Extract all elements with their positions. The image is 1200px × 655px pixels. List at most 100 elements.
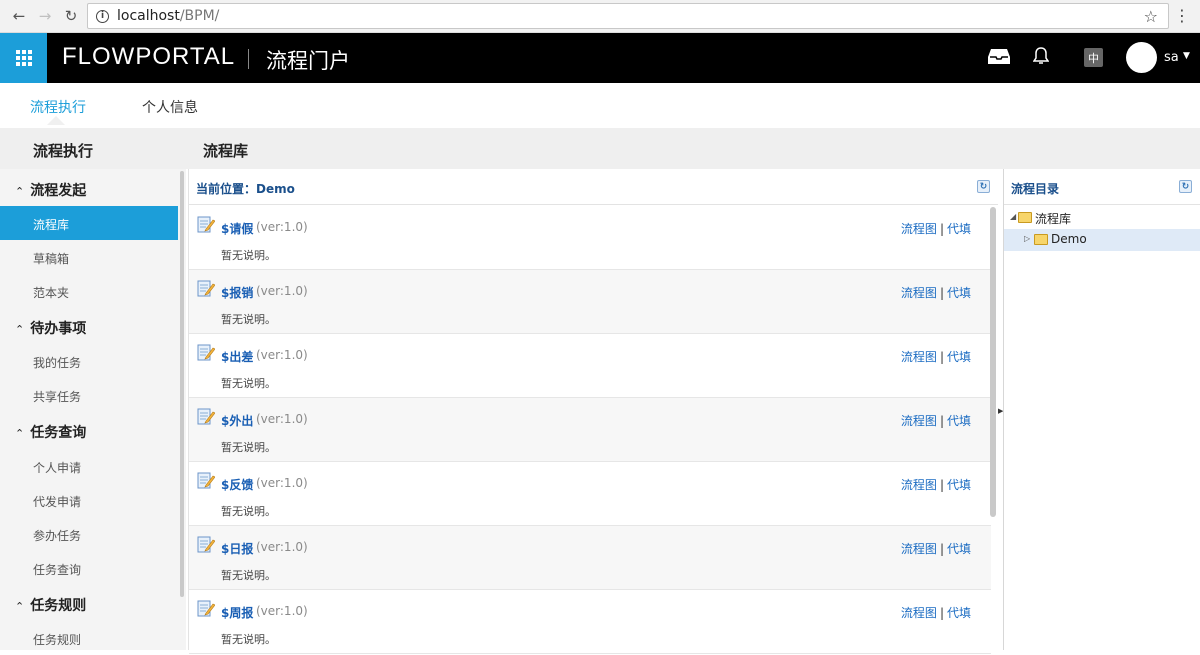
list-item[interactable]: $报销 (ver:1.0) 暂无说明。 流程图 | 代填 <box>189 270 991 334</box>
proxy-fill-link[interactable]: 代填 <box>947 286 971 300</box>
sidebar-item-process-library[interactable]: 流程库 <box>0 206 178 240</box>
sidebar: 流程执行 ⌃ 流程发起 流程库 草稿箱 范本夹 ⌃ 待办事项 我的任务 共享任务 ⌃… <box>0 128 186 650</box>
process-name-link[interactable]: $出差 <box>221 348 253 365</box>
user-name[interactable]: sa <box>1164 50 1179 65</box>
active-tab-pointer <box>47 116 65 125</box>
grid-icon <box>15 50 32 66</box>
bell-icon[interactable] <box>1032 47 1050 70</box>
sidebar-group-label: 任务查询 <box>30 425 87 441</box>
flowchart-link[interactable]: 流程图 <box>901 286 937 300</box>
url-path: /BPM/ <box>179 8 220 24</box>
top-tabs: 流程执行 个人信息 <box>0 83 1200 128</box>
refresh-icon[interactable]: ↻ <box>977 180 990 193</box>
process-name-link[interactable]: $报销 <box>221 284 253 301</box>
process-name-link[interactable]: $周报 <box>221 604 253 621</box>
flowchart-link[interactable]: 流程图 <box>901 414 937 428</box>
app-launcher-button[interactable] <box>0 33 47 83</box>
link-separator: | <box>939 350 944 364</box>
sidebar-group-query[interactable]: ⌃ 任务查询 <box>15 422 86 442</box>
flowchart-link[interactable]: 流程图 <box>901 478 937 492</box>
process-actions: 流程图 | 代填 <box>901 604 971 621</box>
info-icon[interactable]: i <box>96 9 109 23</box>
reload-icon[interactable]: ↻ <box>60 5 82 27</box>
inbox-icon[interactable] <box>988 47 1010 70</box>
process-name-link[interactable]: $反馈 <box>221 476 253 493</box>
location-text: 当前位置：Demo <box>196 182 295 196</box>
link-separator: | <box>939 606 944 620</box>
proxy-fill-link[interactable]: 代填 <box>947 478 971 492</box>
process-description: 暂无说明。 <box>221 313 276 326</box>
process-list: $请假 (ver:1.0) 暂无说明。 流程图 | 代填 $报销 (ver:1.0) 暂无说明。… <box>189 206 991 654</box>
list-item[interactable]: $出差 (ver:1.0) 暂无说明。 流程图 | 代填 <box>189 334 991 398</box>
list-item[interactable]: $反馈 (ver:1.0) 暂无说明。 流程图 | 代填 <box>189 462 991 526</box>
bookmark-star-icon[interactable]: ☆ <box>1144 7 1158 26</box>
forward-icon[interactable]: → <box>34 5 56 27</box>
process-name-link[interactable]: $请假 <box>221 220 253 237</box>
tree-node-root[interactable]: ◢ 流程库 <box>1004 207 1200 229</box>
proxy-fill-link[interactable]: 代填 <box>947 542 971 556</box>
process-description: 暂无说明。 <box>221 633 276 646</box>
refresh-icon[interactable]: ↻ <box>1179 180 1192 193</box>
brand-logo: FLOWPORTAL <box>62 43 236 70</box>
sidebar-item-templates[interactable]: 范本夹 <box>0 274 178 308</box>
tab-process-execution[interactable]: 流程执行 <box>30 97 86 117</box>
link-separator: | <box>939 414 944 428</box>
tab-personal-info[interactable]: 个人信息 <box>142 97 198 117</box>
breadcrumb: 当前位置：Demo ↻ <box>189 169 998 205</box>
page-title: 流程库 <box>186 128 1200 169</box>
avatar[interactable] <box>1126 42 1157 73</box>
sidebar-group-rules[interactable]: ⌃ 任务规则 <box>15 595 86 615</box>
process-form-icon <box>197 472 215 489</box>
back-icon[interactable]: ← <box>8 5 30 27</box>
list-item[interactable]: $请假 (ver:1.0) 暂无说明。 流程图 | 代填 <box>189 206 991 270</box>
process-version: (ver:1.0) <box>256 220 308 234</box>
collapsed-arrow-icon[interactable]: ▷ <box>1024 234 1030 243</box>
sidebar-item-task-query[interactable]: 任务查询 <box>0 551 178 585</box>
tree-node-demo[interactable]: ▷ Demo <box>1004 229 1200 251</box>
process-actions: 流程图 | 代填 <box>901 476 971 493</box>
flowchart-link[interactable]: 流程图 <box>901 606 937 620</box>
process-description: 暂无说明。 <box>221 377 276 390</box>
list-scrollbar[interactable] <box>990 207 996 517</box>
sidebar-scrollbar[interactable] <box>180 171 184 597</box>
browser-menu-icon[interactable]: ⋮ <box>1174 6 1190 25</box>
sidebar-item-drafts[interactable]: 草稿箱 <box>0 240 178 274</box>
sidebar-group-label: 任务规则 <box>30 598 87 614</box>
chevron-down-icon[interactable]: ▼ <box>1183 51 1190 61</box>
sidebar-group-todo[interactable]: ⌃ 待办事项 <box>15 318 86 338</box>
language-switch[interactable]: 中 <box>1084 48 1103 67</box>
process-actions: 流程图 | 代填 <box>901 348 971 365</box>
sidebar-item-joined-tasks[interactable]: 参办任务 <box>0 517 178 551</box>
sidebar-item-personal-requests[interactable]: 个人申请 <box>0 449 178 483</box>
flowchart-link[interactable]: 流程图 <box>901 350 937 364</box>
proxy-fill-link[interactable]: 代填 <box>947 222 971 236</box>
sidebar-group-start[interactable]: ⌃ 流程发起 <box>15 180 86 200</box>
proxy-fill-link[interactable]: 代填 <box>947 350 971 364</box>
flowchart-link[interactable]: 流程图 <box>901 222 937 236</box>
list-item[interactable]: $日报 (ver:1.0) 暂无说明。 流程图 | 代填 <box>189 526 991 590</box>
list-item[interactable]: $外出 (ver:1.0) 暂无说明。 流程图 | 代填 <box>189 398 991 462</box>
folder-icon <box>1034 234 1048 245</box>
process-description: 暂无说明。 <box>221 569 276 582</box>
proxy-fill-link[interactable]: 代填 <box>947 606 971 620</box>
process-description: 暂无说明。 <box>221 505 276 518</box>
process-version: (ver:1.0) <box>256 604 308 618</box>
process-actions: 流程图 | 代填 <box>901 284 971 301</box>
list-item[interactable]: $周报 (ver:1.0) 暂无说明。 流程图 | 代填 <box>189 590 991 654</box>
sidebar-item-my-tasks[interactable]: 我的任务 <box>0 344 178 378</box>
link-separator: | <box>939 542 944 556</box>
process-version: (ver:1.0) <box>256 284 308 298</box>
process-form-icon <box>197 280 215 297</box>
sidebar-item-shared-tasks[interactable]: 共享任务 <box>0 378 178 412</box>
proxy-fill-link[interactable]: 代填 <box>947 414 971 428</box>
tree-node-label: Demo <box>1051 232 1087 246</box>
process-form-icon <box>197 536 215 553</box>
sidebar-group-label: 流程发起 <box>30 183 87 199</box>
sidebar-item-proxy-requests[interactable]: 代发申请 <box>0 483 178 517</box>
link-separator: | <box>939 478 944 492</box>
process-name-link[interactable]: $日报 <box>221 540 253 557</box>
expanded-arrow-icon[interactable]: ◢ <box>1010 212 1016 221</box>
flowchart-link[interactable]: 流程图 <box>901 542 937 556</box>
address-bar[interactable]: i localhost/BPM/ ☆ <box>87 3 1169 29</box>
process-name-link[interactable]: $外出 <box>221 412 253 429</box>
